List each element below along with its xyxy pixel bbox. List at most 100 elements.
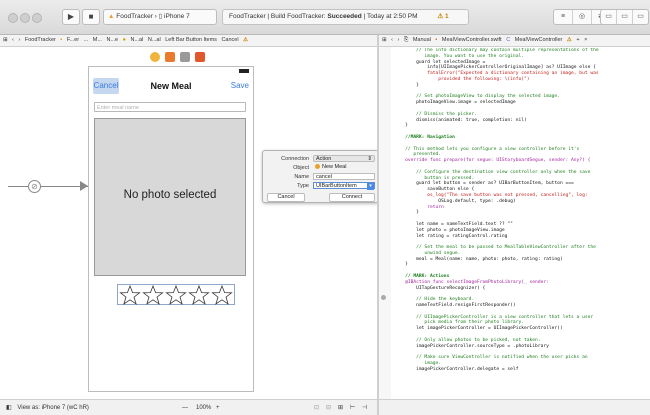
connection-select[interactable]: Action ⇕ — [313, 155, 375, 162]
zoom-out-button[interactable]: — — [182, 400, 188, 415]
exit-icon[interactable] — [194, 52, 205, 62]
object-value-wrap: New Meal — [313, 164, 375, 171]
segue-icon[interactable]: ⊘ — [28, 180, 41, 193]
warning-icon[interactable]: ⚠ — [567, 35, 572, 46]
stop-button[interactable]: ■ — [82, 9, 100, 25]
standard-editor-icon[interactable]: ≡ — [554, 10, 573, 24]
zoom-in-button[interactable]: + — [216, 400, 220, 415]
device-icon: ▯ — [158, 13, 163, 20]
jump-item-class[interactable]: MealViewController — [515, 35, 563, 46]
app-icon: ▲ — [108, 13, 115, 20]
view-controller-icon[interactable] — [149, 52, 160, 62]
stack-icon[interactable]: ⊟ — [326, 400, 331, 415]
object-value: New Meal — [322, 164, 347, 170]
view-controller-icon: ● — [122, 37, 126, 43]
related-items-icon[interactable]: ⊞ — [3, 35, 8, 46]
battery-icon — [239, 69, 249, 73]
canvas-bottom-bar: ◧ View as: iPhone 7 (wC hR) — 100% + ⊡ ⊟… — [0, 399, 377, 415]
code-jump-bar: ⊞ ‹ › ⎘ Manual ▪ MealViewController.swif… — [379, 35, 650, 47]
type-row: Type UIBarButtonItem ▾ — [267, 182, 375, 190]
align-icon[interactable]: ⊞ — [338, 400, 343, 415]
resolve-issues-icon[interactable]: ⊣ — [362, 400, 367, 415]
close-window-button[interactable] — [8, 13, 18, 23]
type-value: UIBarButtonItem — [316, 183, 357, 189]
code-bottom-bar — [379, 399, 650, 415]
initial-view-arrow — [8, 186, 88, 187]
star-icon[interactable] — [211, 285, 233, 305]
scheme-device-label: iPhone 7 — [164, 13, 190, 20]
zoom-level: 100% — [196, 405, 212, 411]
connection-indicator-icon[interactable] — [381, 295, 386, 300]
warning-icon[interactable]: ⚠ — [243, 35, 248, 46]
jump-item-cancel[interactable]: Cancel — [221, 35, 238, 46]
assistant-editor-icon[interactable]: ◎ — [573, 10, 592, 24]
connection-label: Connection — [281, 156, 309, 162]
star-icon[interactable] — [165, 285, 187, 305]
jump-item-controller[interactable]: N...al — [131, 35, 144, 46]
meal-name-input[interactable]: Enter meal name — [94, 102, 246, 112]
update-frames-icon[interactable]: ⊡ — [314, 400, 319, 415]
connect-button[interactable]: Connect — [329, 193, 375, 202]
minimize-window-button[interactable] — [20, 13, 30, 23]
jump-item-storyboard[interactable]: ... — [84, 35, 89, 46]
jump-item-manual[interactable]: Manual — [413, 35, 431, 46]
scheme-selector[interactable]: ▲ FoodTracker › ▯ iPhone 7 — [103, 9, 217, 25]
navigator-toggle-icon[interactable]: ▭ — [601, 10, 617, 24]
star-icon[interactable] — [188, 285, 210, 305]
warning-icon[interactable]: ⚠ — [437, 13, 443, 20]
utilities-toggle-icon[interactable]: ▭ — [633, 10, 648, 24]
add-editor-icon[interactable]: + — [576, 35, 579, 46]
jump-item-scene[interactable]: N...e — [106, 35, 118, 46]
navigation-bar: Cancel New Meal Save — [89, 75, 253, 97]
stop-icon: ■ — [88, 12, 94, 21]
star-icon[interactable] — [119, 285, 141, 305]
meal-scene: Cancel New Meal Save Enter meal name No … — [88, 66, 254, 392]
type-label: Type — [297, 183, 309, 189]
star-icon[interactable] — [142, 285, 164, 305]
object-row: Object New Meal — [267, 164, 375, 172]
toolbar: ▶ ■ ▲ FoodTracker › ▯ iPhone 7 FoodTrack… — [0, 0, 650, 35]
code-gutter — [379, 47, 391, 399]
jump-item-left-items[interactable]: Left Bar Button Items — [165, 35, 217, 46]
jump-item-project[interactable]: FoodTracker — [25, 35, 56, 46]
connection-popover: Connection Action ⇕ Object New Meal Name … — [262, 150, 379, 203]
jump-item-navitem[interactable]: N...al — [148, 35, 161, 46]
action-name-input[interactable]: cancel — [313, 173, 375, 180]
view-controller-icon — [315, 164, 320, 169]
forward-arrow-icon[interactable]: › — [19, 35, 21, 46]
photo-image-view[interactable]: No photo selected — [94, 118, 246, 276]
cancel-button[interactable]: Cancel — [93, 78, 119, 94]
run-button[interactable]: ▶ — [62, 9, 80, 25]
jump-item-main[interactable]: M... — [93, 35, 102, 46]
rating-control[interactable] — [117, 284, 235, 305]
debug-toggle-icon[interactable]: ▭ — [617, 10, 633, 24]
chevron-updown-icon: ⇕ — [367, 156, 372, 162]
status-build: Build FoodTracker: — [270, 13, 326, 20]
save-button[interactable]: Save — [223, 78, 249, 94]
back-arrow-icon[interactable]: ‹ — [391, 35, 393, 46]
photo-placeholder-label: No photo selected — [123, 189, 217, 201]
swift-file-icon: ▪ — [435, 37, 438, 43]
close-editor-icon[interactable]: × — [584, 35, 587, 46]
pin-icon[interactable]: ⊢ — [350, 400, 355, 415]
code-editor[interactable]: // The info dictionary may contain multi… — [394, 48, 650, 398]
popover-cancel-button[interactable]: Cancel — [267, 193, 305, 202]
name-label: Name — [294, 174, 309, 180]
jump-item-folder[interactable]: F...er — [67, 35, 79, 46]
xcode-window: ▶ ■ ▲ FoodTracker › ▯ iPhone 7 FoodTrack… — [0, 0, 650, 415]
type-select[interactable]: UIBarButtonItem ▾ — [313, 182, 375, 190]
first-responder-icon[interactable] — [164, 52, 175, 62]
zoom-window-button[interactable] — [32, 13, 42, 23]
code-line[interactable]: imagePickerController.delegate = self — [394, 367, 650, 373]
chevron-right-icon: › — [154, 13, 157, 20]
warning-count[interactable]: 1 — [445, 13, 449, 20]
view-as-label[interactable]: View as: iPhone 7 (wC hR) — [17, 405, 89, 411]
forward-arrow-icon[interactable]: › — [398, 35, 400, 46]
related-items-icon[interactable]: ⊞ — [382, 35, 387, 46]
back-arrow-icon[interactable]: ‹ — [12, 35, 14, 46]
tap-gesture-icon[interactable] — [179, 52, 190, 62]
chevron-down-icon: ▾ — [367, 183, 374, 190]
jump-item-file[interactable]: MealViewController.swift — [442, 35, 502, 46]
initial-view-arrowhead — [80, 181, 88, 191]
document-outline-icon[interactable]: ◧ — [6, 405, 12, 411]
